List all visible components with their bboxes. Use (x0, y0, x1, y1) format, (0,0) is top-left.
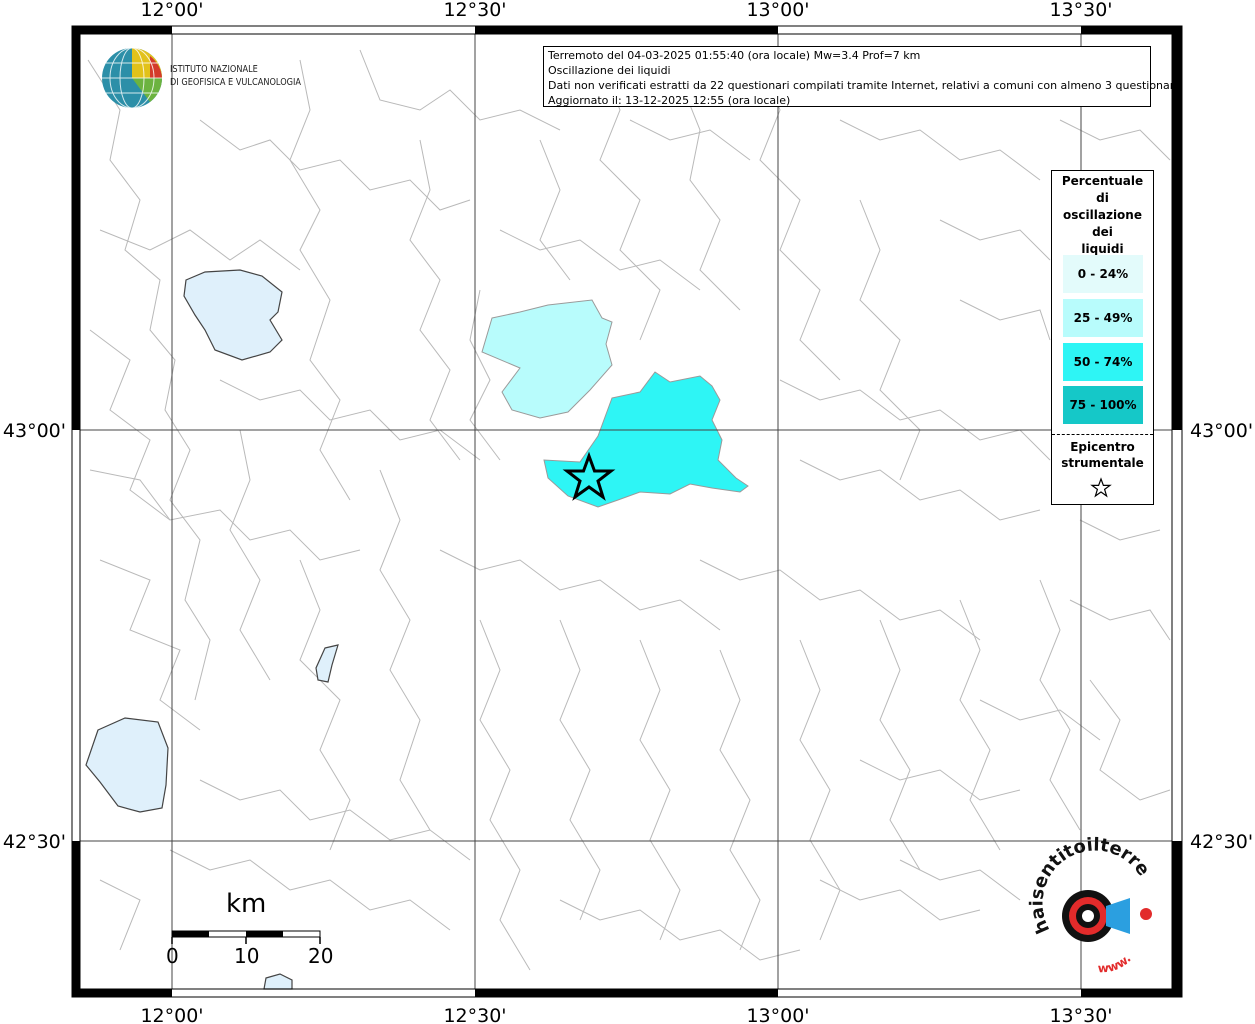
legend-item-50-74: 50 - 74% (1063, 343, 1143, 381)
event-info-box: Terremoto del 04-03-2025 01:55:40 (ora l… (543, 46, 1181, 107)
data-note: Dati non verificati estratti da 22 quest… (548, 79, 1181, 92)
lat-label-left-2: 42°30' (3, 831, 66, 853)
map-area (80, 34, 1172, 989)
ingv-line1: ISTITUTO NAZIONALE (170, 64, 258, 75)
update-timestamp: Aggiornato il: 13-12-2025 12:55 (ora loc… (548, 94, 791, 107)
legend-item-25-49: 25 - 49% (1063, 299, 1143, 337)
legend-title: Percentuale di oscillazione dei liquidi (1052, 173, 1153, 258)
legend: Percentuale di oscillazione dei liquidi … (1051, 170, 1154, 505)
ingv-logo-icon (102, 47, 162, 109)
map-canvas: 12°00' 12°30' 13°00' 13°30' 12°00' 12°30… (0, 0, 1253, 1024)
scale-tick-0: 0 (166, 944, 179, 968)
lon-label-bottom-2: 12°30' (443, 1005, 506, 1024)
event-title: Terremoto del 04-03-2025 01:55:40 (ora l… (548, 49, 921, 62)
legend-separator (1052, 434, 1153, 435)
legend-epicenter-line: Epicentro (1070, 440, 1135, 454)
legend-epicenter-line: strumentale (1061, 456, 1144, 470)
legend-epicenter-label: Epicentro strumentale (1052, 439, 1153, 471)
scale-tick-10: 10 (234, 944, 260, 968)
scale-unit-label: km (226, 889, 267, 919)
legend-item-75-100: 75 - 100% (1063, 386, 1143, 424)
legend-title-line: dei (1092, 225, 1113, 239)
lon-label-bottom-1: 12°00' (140, 1005, 203, 1024)
lat-label-left-1: 43°00' (3, 420, 66, 442)
lat-label-right-1: 43°00' (1190, 420, 1253, 442)
lon-label-top-4: 13°30' (1049, 0, 1112, 21)
map-subject: Oscillazione dei liquidi (548, 64, 671, 77)
star-outline-icon (1090, 477, 1112, 498)
lon-label-top-3: 13°00' (746, 0, 809, 21)
lon-label-bottom-3: 13°00' (746, 1005, 809, 1024)
lon-label-bottom-4: 13°30' (1049, 1005, 1112, 1024)
ingv-logo-text: ISTITUTO NAZIONALE DI GEOFISICA E VULCAN… (170, 63, 301, 89)
legend-title-line: Percentuale (1061, 174, 1144, 188)
lon-label-top-2: 12°30' (443, 0, 506, 21)
lon-label-top-1: 12°00' (140, 0, 203, 21)
scale-tick-20: 20 (308, 944, 334, 968)
legend-item-0-24: 0 - 24% (1063, 255, 1143, 293)
legend-title-line: oscillazione (1063, 208, 1142, 222)
lat-label-right-2: 42°30' (1190, 831, 1253, 853)
ingv-line2: DI GEOFISICA E VULCANOLOGIA (170, 77, 302, 88)
legend-title-line: di (1096, 191, 1109, 205)
